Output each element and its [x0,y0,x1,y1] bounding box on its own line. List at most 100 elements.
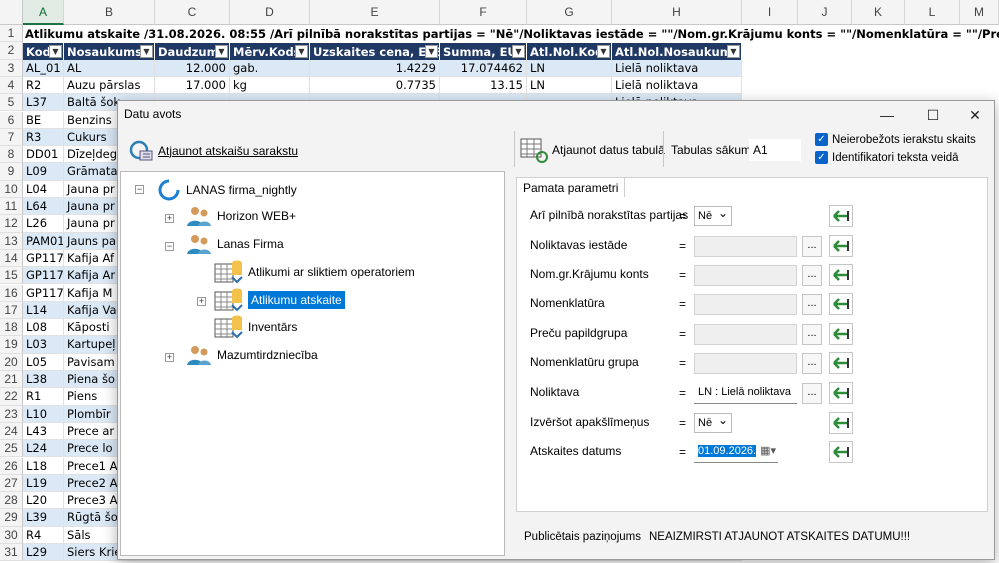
tree-report-inventars[interactable]: Inventārs [214,313,297,341]
table-cell[interactable]: 0.7735 [310,76,440,95]
param-input[interactable] [694,265,797,286]
reset-param-button[interactable] [829,293,853,315]
param-input[interactable]: LN : Lielā noliktava [694,383,797,404]
browse-button[interactable]: ... [802,383,822,404]
collapse-icon[interactable]: − [135,185,144,194]
browse-button[interactable]: ... [802,353,822,374]
table-cell[interactable]: Lielā noliktava [612,76,742,95]
calendar-icon[interactable]: ▦▾ [760,442,776,461]
row-header[interactable]: 13 [0,232,23,250]
column-header[interactable]: D [230,0,310,25]
column-header[interactable]: H [612,0,742,25]
tree-node-lanas[interactable]: Lanas Firma [185,232,284,256]
table-header-cell[interactable]: Nosaukums ▼ [64,43,155,61]
reset-param-button[interactable] [829,441,853,463]
minimize-button[interactable]: — [865,101,909,129]
ids-as-text-checkbox[interactable]: ✓ Identifikatori teksta veidā [815,151,959,164]
row-header[interactable]: 14 [0,249,23,268]
expand-icon[interactable]: + [165,353,174,362]
row-header[interactable]: 29 [0,509,23,527]
table-header-cell[interactable]: Summa, EU3 ▼ [440,43,527,61]
reset-param-button[interactable] [829,382,853,404]
select-all-corner[interactable] [0,0,23,25]
table-cell[interactable]: L18 [23,457,64,475]
table-cell[interactable]: L05 [23,353,64,371]
table-cell[interactable]: L43 [23,422,64,441]
column-header[interactable]: K [852,0,905,25]
row-header[interactable]: 4 [0,76,23,95]
row-header[interactable]: 7 [0,128,23,147]
reset-param-button[interactable] [829,235,853,257]
report-title-row[interactable]: Atlikumu atskaite /31.08.2026. 08:55 /Ar… [23,25,999,43]
table-cell[interactable]: L24 [23,440,64,458]
table-cell[interactable]: L08 [23,319,64,337]
table-cell[interactable]: L10 [23,405,64,423]
param-input[interactable] [694,236,797,257]
row-header[interactable]: 5 [0,94,23,112]
expand-icon[interactable]: + [165,214,174,223]
table-cell[interactable]: LN [527,59,612,77]
table-cell[interactable]: L19 [23,474,64,493]
column-header[interactable]: G [527,0,612,25]
param-input[interactable] [694,294,797,315]
row-header[interactable]: 6 [0,111,23,129]
table-header-cell[interactable]: Atl.Nol.Nosaukums ▼ [612,43,742,61]
table-cell[interactable]: L37 [23,94,64,112]
table-cell[interactable]: gab. [230,59,310,77]
column-header[interactable]: C [155,0,230,25]
row-header[interactable]: 9 [0,163,23,181]
reset-param-button[interactable] [829,264,853,286]
row-header[interactable]: 23 [0,405,23,423]
table-header-cell[interactable]: Atl.Nol.Kods ▼ [527,43,612,61]
table-cell[interactable]: R1 [23,388,64,406]
tree-node-retail[interactable]: Mazumtirdzniecība [185,343,318,367]
row-header[interactable]: 30 [0,526,23,544]
refresh-list-button[interactable]: Atjaunot atskaišu sarakstu [128,139,298,163]
row-header[interactable]: 20 [0,353,23,371]
row-header[interactable]: 18 [0,319,23,337]
column-header[interactable]: M [960,0,999,25]
table-cell[interactable]: GP1173F [23,249,64,268]
table-cell[interactable]: 13.15 [440,76,527,95]
table-cell[interactable]: L03 [23,336,64,354]
column-header[interactable]: E [310,0,440,25]
table-cell[interactable]: 1.4229 [310,59,440,77]
table-cell[interactable]: Lielā noliktava [612,59,742,77]
row-header[interactable]: 2 [0,42,23,60]
row-header[interactable]: 24 [0,422,23,441]
table-cell[interactable]: L39 [23,509,64,527]
maximize-button[interactable]: ☐ [911,101,955,129]
filter-dropdown-icon[interactable]: ▼ [140,45,153,58]
table-cell[interactable]: Auzu pārslas [64,76,155,95]
filter-dropdown-icon[interactable]: ▼ [512,45,525,58]
table-cell[interactable]: LN [527,76,612,95]
row-header[interactable]: 31 [0,544,23,562]
tab-basic-params[interactable]: Pamata parametri [516,177,626,197]
reset-param-button[interactable] [829,412,853,434]
column-header[interactable]: B [64,0,155,25]
tree-report-atlikumu[interactable]: Atlikumu atskaite [214,286,345,314]
table-cell[interactable]: 17.000 [155,76,230,95]
row-header[interactable]: 17 [0,301,23,320]
table-header-cell[interactable]: Daudzums ▼ [155,43,230,61]
table-cell[interactable]: DD01 [23,146,64,164]
browse-button[interactable]: ... [802,324,822,345]
row-header[interactable]: 12 [0,215,23,233]
table-cell[interactable]: GP117 [23,267,64,285]
unlimited-records-checkbox[interactable]: ✓ Neierobežots ierakstu skaits [815,133,976,146]
filter-dropdown-icon[interactable]: ▼ [597,45,610,58]
refresh-table-button[interactable]: Atjaunot datus tabulā [520,137,665,163]
table-cell[interactable]: GP1173 [23,284,64,302]
table-cell[interactable]: 17.074462 [440,59,527,77]
filter-dropdown-icon[interactable]: ▼ [727,45,740,58]
table-cell[interactable]: L64 [23,198,64,216]
row-header[interactable]: 11 [0,198,23,216]
row-header[interactable]: 25 [0,440,23,458]
table-cell[interactable]: L38 [23,371,64,389]
row-header[interactable]: 1 [0,25,23,43]
expand-icon[interactable]: + [197,297,206,306]
column-header[interactable]: I [742,0,798,25]
table-header-cell[interactable]: Mērv.Kods ▼ [230,43,310,61]
tree-report-bad-operators[interactable]: Atlikumi ar sliktiem operatoriem [214,258,415,286]
table-cell[interactable]: L04 [23,180,64,198]
